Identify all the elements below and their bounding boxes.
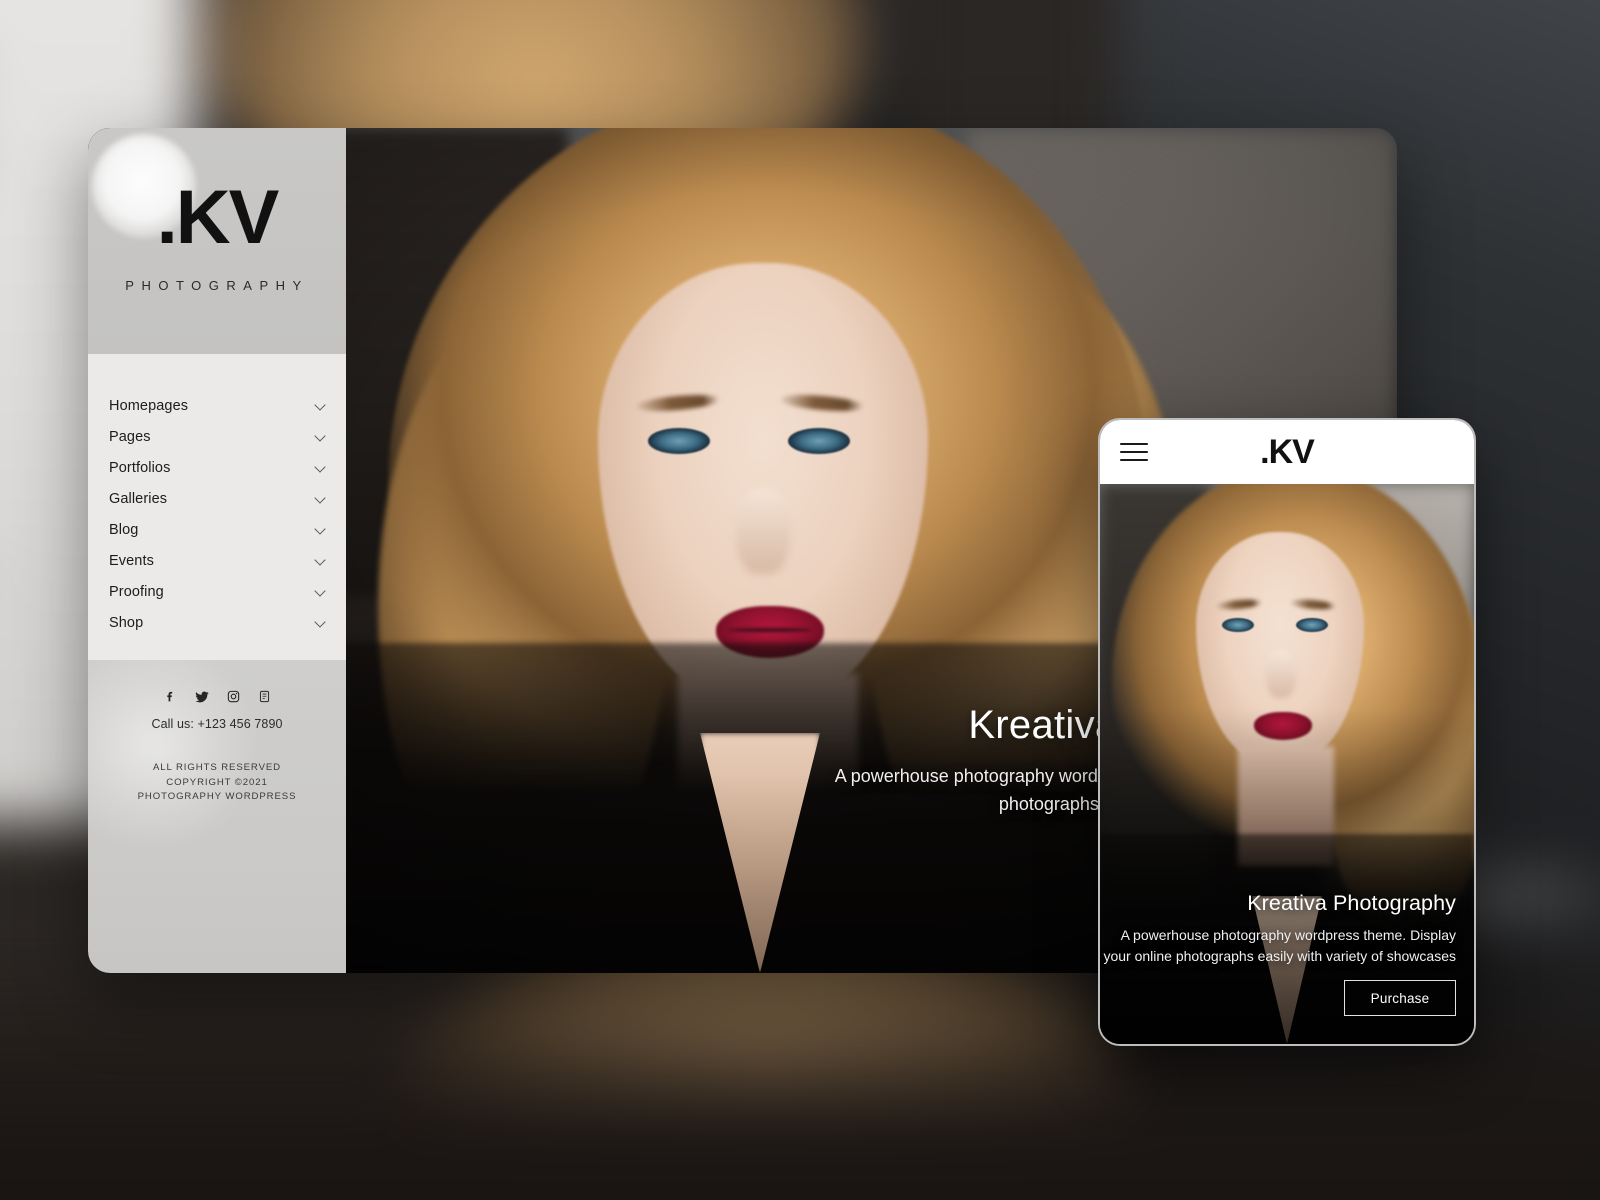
twitter-icon[interactable] — [195, 690, 209, 704]
copyright-line-2: COPYRIGHT ©2021 — [166, 776, 268, 788]
sidebar-item-shop[interactable]: Shop — [88, 607, 346, 638]
sidebar-item-homepages[interactable]: Homepages — [88, 390, 346, 421]
site-logo-subtitle: PHOTOGRAPHY — [125, 278, 309, 293]
purchase-button[interactable]: Purchase — [1344, 980, 1456, 1016]
contact-phone[interactable]: Call us: +123 456 7890 — [88, 717, 346, 731]
mobile-hero-subtitle: A powerhouse photography wordpress theme… — [1103, 927, 1456, 964]
sidebar-item-label: Proofing — [109, 583, 164, 600]
sidebar-item-label: Pages — [109, 428, 151, 445]
background-purchase-blur — [1563, 971, 1600, 1020]
copyright-block: ALL RIGHTS RESERVED COPYRIGHT ©2021 PHOT… — [88, 761, 346, 805]
sidebar-item-portfolios[interactable]: Portfolios — [88, 452, 346, 483]
mobile-site-logo[interactable]: .KV — [1100, 435, 1474, 469]
mobile-phone-mockup: .KV Kreativa Photography A powerhouse ph… — [1098, 418, 1476, 1046]
chevron-down-icon[interactable] — [315, 617, 326, 628]
sidebar-item-blog[interactable]: Blog — [88, 514, 346, 545]
fivehundredpx-icon[interactable] — [258, 690, 271, 704]
chevron-down-icon[interactable] — [315, 524, 326, 535]
sidebar-item-label: Homepages — [109, 397, 189, 414]
screenshot-stage: Kreativa Photography A powerhouse photog… — [0, 0, 1600, 1200]
sidebar-item-label: Galleries — [109, 490, 168, 507]
sidebar-item-label: Events — [109, 552, 154, 569]
site-logo[interactable]: .KV — [157, 180, 280, 256]
instagram-icon[interactable] — [227, 690, 240, 704]
copyright-line-1: ALL RIGHTS RESERVED — [153, 762, 281, 773]
chevron-down-icon[interactable] — [315, 462, 326, 473]
hamburger-menu-icon[interactable] — [1120, 443, 1148, 461]
chevron-down-icon[interactable] — [315, 400, 326, 411]
sidebar-item-label: Shop — [109, 614, 144, 631]
sidebar-item-proofing[interactable]: Proofing — [88, 576, 346, 607]
mobile-hero-title: Kreativa Photography — [1247, 891, 1456, 915]
mobile-hero-caption: Kreativa Photography A powerhouse photog… — [1102, 891, 1464, 966]
footer-glow — [88, 660, 248, 840]
sidebar-item-pages[interactable]: Pages — [88, 421, 346, 452]
mobile-header: .KV — [1100, 420, 1474, 484]
sidebar-item-events[interactable]: Events — [88, 545, 346, 576]
chevron-down-icon[interactable] — [315, 586, 326, 597]
sidebar: .KV PHOTOGRAPHY Homepages Pages Portfoli… — [88, 128, 346, 973]
sidebar-item-label: Blog — [109, 521, 139, 538]
sidebar-nav: Homepages Pages Portfolios Galleries Blo… — [88, 354, 346, 660]
sidebar-item-label: Portfolios — [109, 459, 171, 476]
copyright-line-3: PHOTOGRAPHY WORDPRESS — [137, 791, 297, 802]
chevron-down-icon[interactable] — [315, 555, 326, 566]
social-links — [88, 690, 346, 704]
chevron-down-icon[interactable] — [315, 431, 326, 442]
sidebar-logo-block: .KV PHOTOGRAPHY — [88, 128, 346, 354]
sidebar-footer: Call us: +123 456 7890 ALL RIGHTS RESERV… — [88, 660, 346, 973]
facebook-icon[interactable] — [164, 690, 177, 704]
chevron-down-icon[interactable] — [315, 493, 326, 504]
sidebar-item-galleries[interactable]: Galleries — [88, 483, 346, 514]
